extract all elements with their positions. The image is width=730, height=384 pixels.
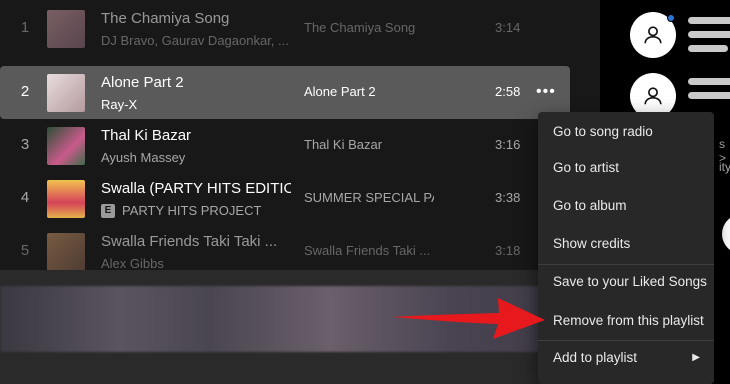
annotation-arrow-icon [392, 298, 545, 339]
